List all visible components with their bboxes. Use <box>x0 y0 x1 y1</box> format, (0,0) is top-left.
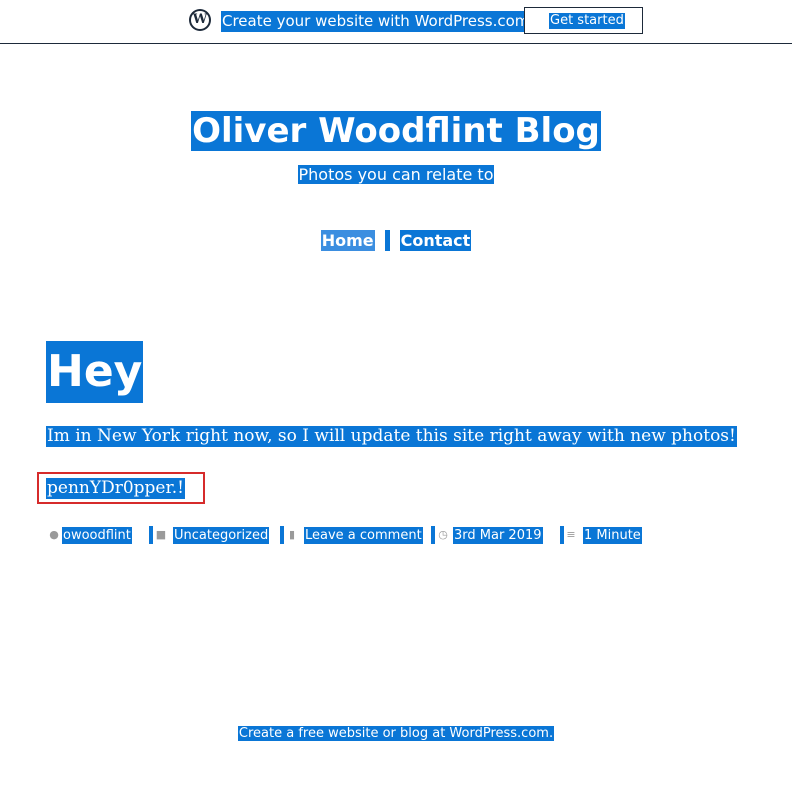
post-title[interactable]: Hey <box>46 341 144 403</box>
comment-icon: ▮ <box>288 528 296 541</box>
banner-link[interactable]: Create your website with WordPress.com <box>221 11 531 32</box>
category-link[interactable]: Uncategorized <box>173 527 270 544</box>
wordpress-banner: W Create your website with WordPress.com… <box>0 0 792 44</box>
comments-link[interactable]: Leave a comment <box>304 527 423 544</box>
nav-home[interactable]: Home <box>320 230 375 251</box>
site-title: Oliver Woodflint Blog <box>0 106 792 156</box>
nav-separator <box>384 230 390 251</box>
folder-icon: ■ <box>155 528 167 541</box>
main-navigation: Home Contact <box>0 230 792 251</box>
post-signature: pennYDr0pper.! <box>46 478 185 499</box>
tagline-text: Photos you can relate to <box>297 165 495 184</box>
date-link[interactable]: 3rd Mar 2019 <box>453 527 543 544</box>
wordpress-logo-icon[interactable]: W <box>189 9 211 31</box>
author-link[interactable]: owoodflint <box>62 527 132 544</box>
meta-separator <box>560 526 564 544</box>
reading-time-icon: ≡ <box>566 528 576 541</box>
site-title-link[interactable]: Oliver Woodflint Blog <box>191 111 601 151</box>
footer-link[interactable]: Create a free website or blog at WordPre… <box>237 726 555 741</box>
reading-time: 1 Minute <box>583 527 642 544</box>
meta-separator <box>431 526 435 544</box>
site-tagline: Photos you can relate to <box>0 165 792 185</box>
get-started-label: Get started <box>549 13 625 29</box>
get-started-button[interactable]: Get started <box>524 7 643 34</box>
post-body: Im in New York right now, so I will upda… <box>46 426 737 447</box>
nav-contact[interactable]: Contact <box>399 230 472 251</box>
clock-icon: ◷ <box>438 528 448 541</box>
user-icon: ● <box>49 528 59 541</box>
site-footer: Create a free website or blog at WordPre… <box>0 722 792 743</box>
meta-separator <box>149 526 153 544</box>
meta-separator <box>280 526 284 544</box>
